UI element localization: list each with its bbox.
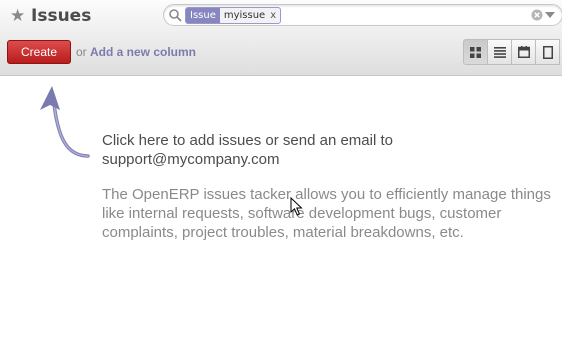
facet-value: myissue <box>223 10 266 21</box>
star-icon[interactable]: ★ <box>10 7 25 25</box>
kanban-view-button[interactable] <box>463 39 488 65</box>
dropdown-icon[interactable] <box>545 12 555 18</box>
clear-icon[interactable] <box>531 9 543 21</box>
search-bar[interactable]: Issue myissue x <box>163 4 562 26</box>
create-button[interactable]: Create <box>7 40 71 64</box>
control-panel: ★ Issues Issue myissue x Create or Add a… <box>0 0 562 76</box>
page-title: Issues <box>31 6 92 26</box>
facet-remove-button[interactable]: x <box>268 8 280 23</box>
add-column-link[interactable]: Add a new column <box>90 45 196 59</box>
kanban-view-icon <box>470 46 481 58</box>
help-description: The OpenERP issues tacker allows you to … <box>102 186 551 241</box>
facet-category: Issue <box>186 8 220 23</box>
or-label: or <box>76 45 87 59</box>
mouse-cursor-icon <box>290 197 303 216</box>
search-facet[interactable]: Issue myissue x <box>185 7 282 24</box>
search-icon <box>169 9 182 22</box>
help-main-text[interactable]: Click here to add issues or send an emai… <box>102 131 552 169</box>
view-switcher <box>463 39 560 65</box>
calendar-view-button[interactable] <box>511 39 536 65</box>
form-view-button[interactable] <box>535 39 560 65</box>
list-view-icon <box>493 46 506 58</box>
calendar-view-icon <box>517 46 530 58</box>
list-view-button[interactable] <box>487 39 512 65</box>
arrow-up-icon <box>40 86 90 158</box>
form-view-icon <box>542 45 553 59</box>
